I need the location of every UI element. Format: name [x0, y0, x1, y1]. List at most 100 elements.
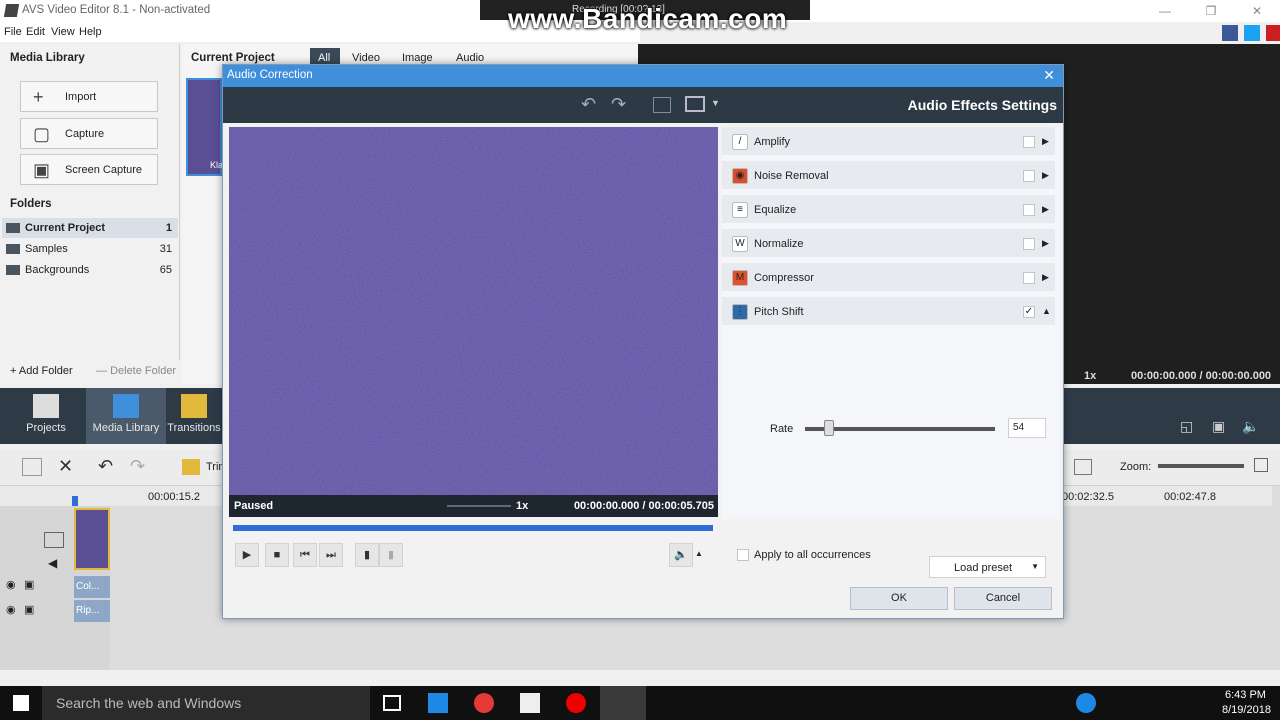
- effect-checkbox[interactable]: [1023, 204, 1035, 216]
- effect-row-compressor[interactable]: M Compressor ▶: [722, 263, 1055, 293]
- cancel-button[interactable]: Cancel: [954, 587, 1052, 610]
- eye-icon[interactable]: ◉: [6, 603, 16, 616]
- tab-audio[interactable]: Audio: [456, 52, 484, 64]
- screen-capture-button[interactable]: ▣ Screen Capture: [20, 154, 158, 185]
- snapshot-icon[interactable]: ▣: [1212, 418, 1225, 435]
- apply-all-checkbox[interactable]: [737, 549, 749, 561]
- effect-checkbox[interactable]: [1023, 238, 1035, 250]
- noise-texture: [229, 127, 718, 495]
- chrome-icon[interactable]: [474, 693, 494, 713]
- fit-icon[interactable]: [1254, 458, 1268, 472]
- seek-bar[interactable]: [233, 525, 713, 531]
- effect-clip[interactable]: Rip...: [74, 600, 110, 622]
- maximize-button[interactable]: ❐: [1188, 0, 1234, 22]
- play-icon[interactable]: ▶: [235, 543, 259, 567]
- fullscreen-icon[interactable]: ◱: [1180, 418, 1193, 435]
- clock-date[interactable]: 8/19/2018: [1222, 704, 1271, 716]
- effect-row-noise-removal[interactable]: ◉ Noise Removal ▶: [722, 161, 1055, 191]
- rate-slider-thumb[interactable]: [824, 420, 834, 436]
- undo-icon[interactable]: ↶: [581, 94, 596, 115]
- task-view-icon[interactable]: [383, 695, 401, 711]
- facebook-icon[interactable]: [1222, 25, 1238, 41]
- rate-value-input[interactable]: 54: [1008, 418, 1046, 438]
- monitor-icon[interactable]: [685, 96, 705, 112]
- trim-icon[interactable]: [182, 459, 200, 475]
- folder-samples[interactable]: Samples 31: [2, 239, 178, 259]
- ok-button[interactable]: OK: [850, 587, 948, 610]
- eye-icon[interactable]: ◉: [6, 578, 16, 591]
- avs-taskbar-icon[interactable]: [600, 686, 646, 720]
- dialog-close-icon[interactable]: ✕: [1043, 67, 1055, 84]
- stop-icon[interactable]: ■: [265, 543, 289, 567]
- close-app-button[interactable]: ✕: [1234, 0, 1280, 22]
- menu-view[interactable]: View: [51, 26, 75, 38]
- capture-button[interactable]: ▢ Capture: [20, 118, 158, 149]
- record-icon[interactable]: [566, 693, 586, 713]
- nav-projects[interactable]: Projects: [6, 388, 86, 444]
- nav-transitions[interactable]: Transitions: [166, 388, 222, 444]
- undo-icon[interactable]: ↶: [98, 456, 113, 477]
- clapper-icon[interactable]: [520, 693, 540, 713]
- effect-clip[interactable]: Col...: [74, 576, 110, 598]
- effect-checkbox[interactable]: ✓: [1023, 306, 1035, 318]
- effect-checkbox[interactable]: [1023, 170, 1035, 182]
- expand-icon[interactable]: ▶: [1042, 204, 1049, 215]
- clock-time[interactable]: 6:43 PM: [1225, 689, 1266, 701]
- collapse-icon[interactable]: ▲: [1042, 306, 1051, 316]
- chevron-down-icon[interactable]: ▼: [711, 98, 720, 108]
- expand-icon[interactable]: ▶: [1042, 272, 1049, 283]
- expand-icon[interactable]: ▶: [1042, 238, 1049, 249]
- windows-start-icon[interactable]: [13, 695, 29, 711]
- amplify-icon: /: [732, 134, 748, 150]
- load-preset-dropdown[interactable]: Load preset ▼: [929, 556, 1046, 578]
- delete-folder-button[interactable]: — Delete Folder: [96, 365, 176, 377]
- next-icon[interactable]: ⏭: [319, 543, 343, 567]
- effect-row-equalize[interactable]: ≡ Equalize ▶: [722, 195, 1055, 225]
- zoom-slider[interactable]: [1158, 464, 1244, 468]
- effect-checkbox[interactable]: [1023, 136, 1035, 148]
- effect-row-amplify[interactable]: / Amplify ▶: [722, 127, 1055, 157]
- menu-file[interactable]: File: [4, 26, 22, 38]
- taskbar-search[interactable]: Search the web and Windows: [42, 686, 370, 720]
- video-clip[interactable]: [74, 508, 110, 570]
- lock-icon[interactable]: ▣: [24, 603, 34, 616]
- nav-media-library[interactable]: Media Library: [86, 388, 166, 444]
- mark-out-icon[interactable]: ▮: [379, 543, 403, 567]
- lock-icon[interactable]: ▣: [24, 578, 34, 591]
- minimize-button[interactable]: —: [1142, 0, 1188, 22]
- effect-row-pitch-shift[interactable]: ⋮ Pitch Shift ✓ ▲: [722, 297, 1055, 327]
- playhead[interactable]: [72, 496, 78, 506]
- delete-icon[interactable]: ✕: [58, 456, 73, 477]
- volume-chevron-icon[interactable]: ▲: [695, 549, 703, 558]
- menu-edit[interactable]: Edit: [26, 26, 45, 38]
- edge-icon[interactable]: [428, 693, 448, 713]
- app-icon: [3, 4, 20, 17]
- mark-in-icon[interactable]: ▮: [355, 543, 379, 567]
- redo-icon[interactable]: ↷: [130, 456, 145, 477]
- view-mode-icon[interactable]: [1074, 459, 1092, 475]
- media-thumbnail[interactable]: Kla: [186, 78, 223, 176]
- youtube-icon[interactable]: [1266, 25, 1280, 41]
- tab-image[interactable]: Image: [402, 52, 433, 64]
- speed-slider[interactable]: [447, 505, 511, 507]
- previous-icon[interactable]: ⏮: [293, 543, 317, 567]
- effect-label: Amplify: [754, 136, 791, 148]
- effect-checkbox[interactable]: [1023, 272, 1035, 284]
- redo-icon[interactable]: ↷: [611, 94, 626, 115]
- folder-current-project[interactable]: Current Project 1: [2, 218, 178, 238]
- expand-icon[interactable]: ▶: [1042, 170, 1049, 181]
- menu-help[interactable]: Help: [79, 26, 102, 38]
- twitter-icon[interactable]: [1244, 25, 1260, 41]
- expand-icon[interactable]: ▶: [1042, 136, 1049, 147]
- grid-icon[interactable]: [653, 97, 671, 113]
- add-folder-button[interactable]: + Add Folder: [10, 365, 73, 377]
- plus-icon: +: [10, 365, 19, 377]
- effect-row-normalize[interactable]: W Normalize ▶: [722, 229, 1055, 259]
- storyboard-icon[interactable]: [22, 458, 42, 476]
- volume-icon[interactable]: 🔈: [669, 543, 693, 567]
- volume-icon[interactable]: 🔈: [1242, 418, 1259, 435]
- import-button[interactable]: + Import: [20, 81, 158, 112]
- tab-video[interactable]: Video: [352, 52, 380, 64]
- help-icon[interactable]: [1076, 693, 1096, 713]
- folder-backgrounds[interactable]: Backgrounds 65: [2, 260, 178, 280]
